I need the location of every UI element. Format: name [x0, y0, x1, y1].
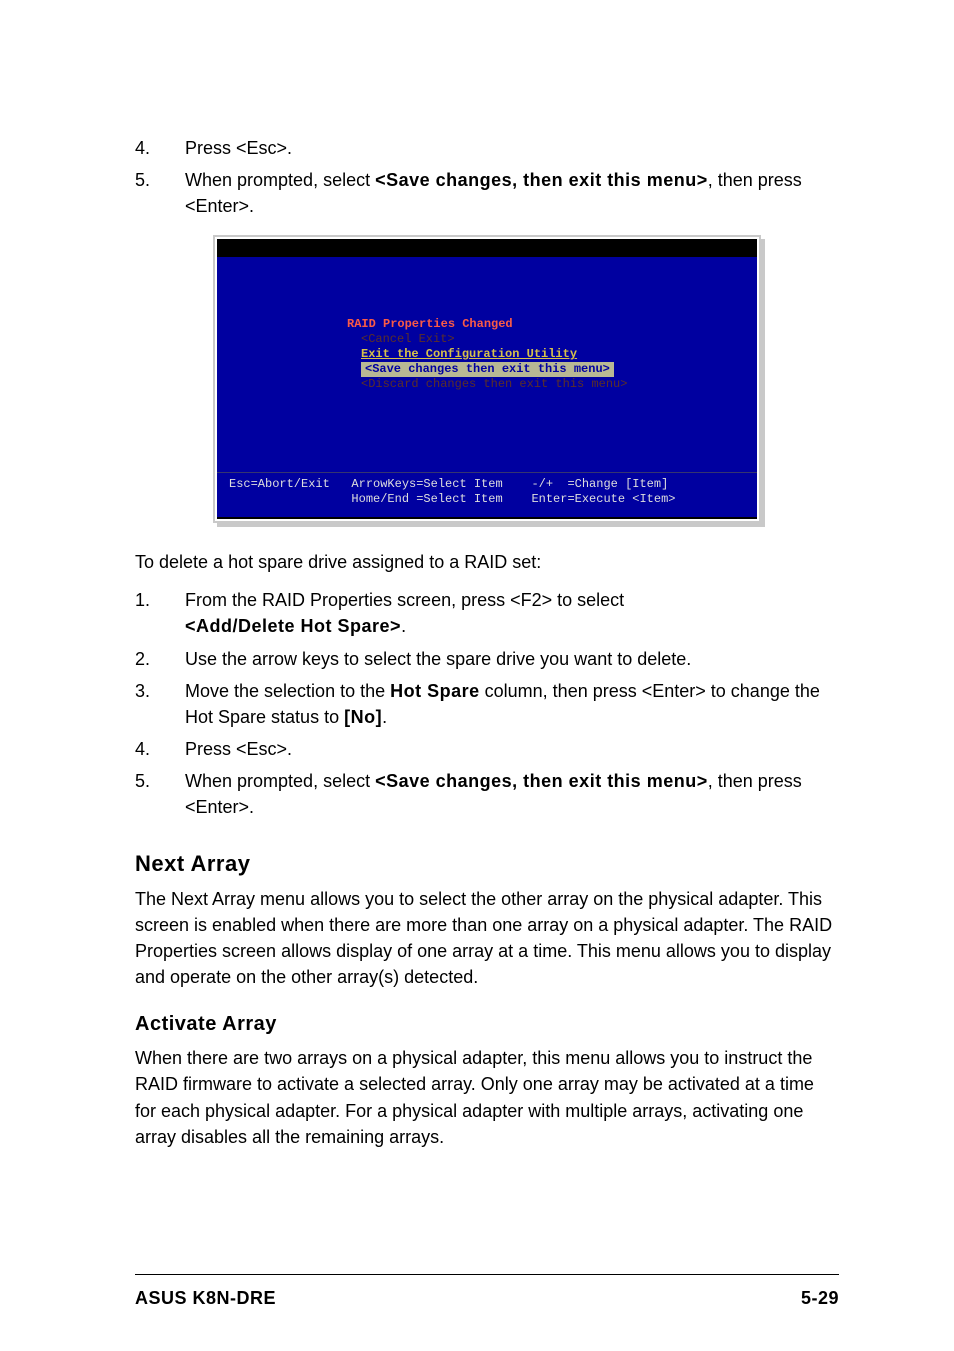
del-step-5: When prompted, select <Save changes, the…	[135, 768, 839, 820]
heading-activate-array: Activate Array	[135, 1010, 839, 1039]
step-text: When prompted, select	[185, 170, 375, 190]
del-step-3: Move the selection to the Hot Spare colu…	[135, 678, 839, 730]
bios-titlebar	[217, 239, 757, 257]
step-5a: When prompted, select <Save changes, the…	[135, 167, 839, 219]
footer-right: 5-29	[801, 1285, 839, 1311]
step-text: Press <Esc>.	[185, 739, 292, 759]
body-next-array: The Next Array menu allows you to select…	[135, 886, 839, 990]
step-text: Use the arrow keys to select the spare d…	[185, 649, 691, 669]
step-bold-2: [No]	[344, 707, 382, 727]
bios-heading: RAID Properties Changed	[347, 317, 757, 332]
step-text: Move the selection to the	[185, 681, 390, 701]
page-footer: ASUS K8N-DRE 5-29	[135, 1274, 839, 1311]
step-bold: Hot Spare	[390, 681, 480, 701]
step-text-tail: .	[401, 616, 406, 636]
step-bold: <Add/Delete Hot Spare>	[185, 616, 401, 636]
step-bold: <Save changes, then exit this menu>	[375, 771, 708, 791]
bios-footer: Esc=Abort/Exit ArrowKeys=Select Item -/+…	[217, 472, 757, 517]
del-step-2: Use the arrow keys to select the spare d…	[135, 646, 839, 672]
delete-intro: To delete a hot spare drive assigned to …	[135, 549, 839, 575]
step-text: When prompted, select	[185, 771, 375, 791]
step-text: Press <Esc>.	[185, 138, 292, 158]
bios-option-save-text: <Save changes then exit this menu>	[361, 362, 614, 377]
del-step-4: Press <Esc>.	[135, 736, 839, 762]
bios-screenshot: RAID Properties Changed <Cancel Exit> Ex…	[215, 237, 759, 521]
bios-option-exit: Exit the Configuration Utility	[361, 347, 757, 362]
bios-bottom-edge	[217, 517, 757, 519]
step-4a: Press <Esc>.	[135, 135, 839, 161]
bios-option-save: <Save changes then exit this menu>	[361, 362, 757, 377]
step-text-tail: .	[382, 707, 387, 727]
footer-left: ASUS K8N-DRE	[135, 1285, 276, 1311]
bios-body: RAID Properties Changed <Cancel Exit> Ex…	[217, 257, 757, 472]
body-activate-array: When there are two arrays on a physical …	[135, 1045, 839, 1149]
heading-next-array: Next Array	[135, 848, 839, 880]
bios-option-cancel: <Cancel Exit>	[361, 332, 757, 347]
del-step-1: From the RAID Properties screen, press <…	[135, 587, 839, 639]
step-bold: <Save changes, then exit this menu>	[375, 170, 708, 190]
bios-option-discard: <Discard changes then exit this menu>	[361, 377, 757, 392]
step-text: From the RAID Properties screen, press <…	[185, 590, 624, 610]
